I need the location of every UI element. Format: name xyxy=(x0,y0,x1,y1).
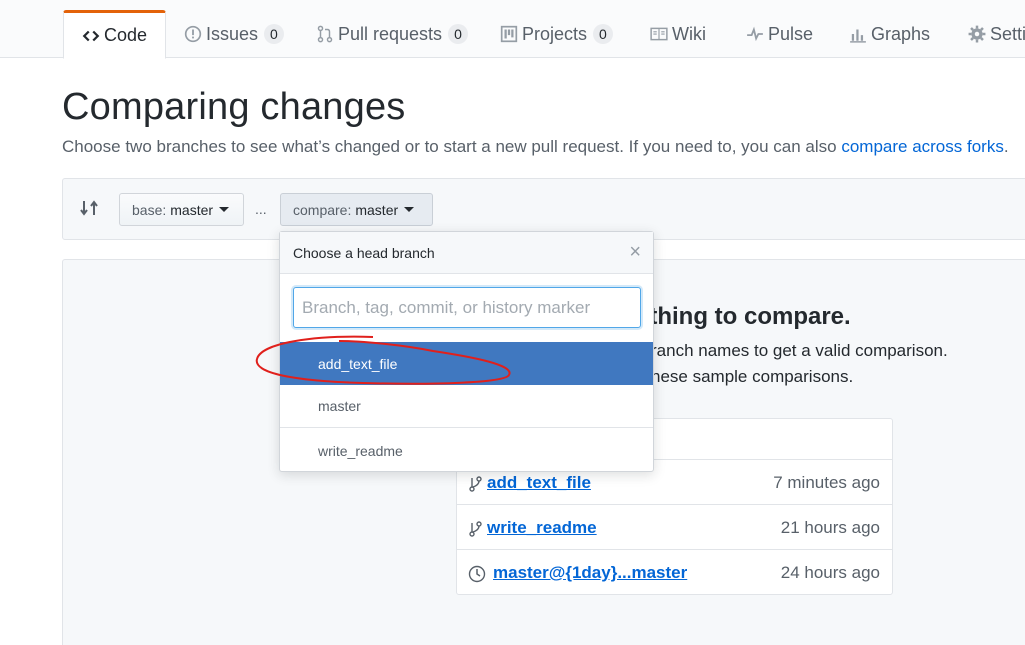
range-separator: ... xyxy=(255,201,267,217)
tab-projects[interactable]: Projects 0 xyxy=(500,10,613,58)
sample-row: master@{1day}...master 24 hours ago xyxy=(457,550,892,595)
projects-counter: 0 xyxy=(593,24,613,44)
blankslate-text: hese sample comparisons. xyxy=(651,367,854,386)
pr-counter: 0 xyxy=(448,24,468,44)
swap-icon[interactable] xyxy=(79,197,101,219)
caret-down-icon xyxy=(404,207,415,212)
pull-request-icon xyxy=(316,25,334,43)
tab-label: Projects xyxy=(522,23,588,44)
branch-filter-input[interactable] xyxy=(293,287,641,328)
compare-prefix: compare: xyxy=(293,201,352,218)
project-icon xyxy=(500,25,518,43)
description-suffix: . xyxy=(1003,137,1009,156)
tab-label: Pull requests xyxy=(338,23,443,44)
branch-icon xyxy=(468,520,484,538)
compare-branch-name: master xyxy=(355,201,399,218)
issues-counter: 0 xyxy=(264,24,284,44)
blankslate-text: ranch names to get a valid comparison. xyxy=(651,341,948,360)
base-branch-button[interactable]: base: master xyxy=(119,193,244,226)
caret-down-icon xyxy=(219,207,230,212)
dropdown-header: Choose a head branch × xyxy=(280,232,653,274)
tab-label: Code xyxy=(104,25,148,45)
sample-link[interactable]: write_readme xyxy=(487,518,597,538)
tab-code[interactable]: Code xyxy=(63,10,167,59)
base-prefix: base: xyxy=(132,201,167,218)
tab-label: Setti xyxy=(990,23,1025,44)
branch-item-master[interactable]: master xyxy=(280,385,653,428)
pulse-icon xyxy=(746,25,764,43)
branch-item-add-text-file[interactable]: add_text_file xyxy=(280,342,653,385)
issue-icon xyxy=(184,25,202,43)
gear-icon xyxy=(968,25,986,43)
page-title: Comparing changes xyxy=(62,86,406,128)
page-description: Choose two branches to see what’s change… xyxy=(62,137,1009,157)
sample-time: 7 minutes ago xyxy=(773,473,880,492)
repo-nav: Code Issues 0 Pull requests 0 Projects 0… xyxy=(0,0,1025,59)
tab-wiki[interactable]: Wiki xyxy=(650,10,706,58)
sample-time: 21 hours ago xyxy=(780,518,880,537)
close-icon[interactable]: × xyxy=(629,241,641,264)
sample-link[interactable]: add_text_file xyxy=(487,473,591,493)
description-text: Choose two branches to see what’s change… xyxy=(62,137,842,156)
base-branch-name: master xyxy=(170,201,214,218)
tab-settings[interactable]: Setti xyxy=(968,10,1025,58)
head-branch-dropdown: Choose a head branch × add_text_file mas… xyxy=(279,231,654,472)
compare-across-forks-link[interactable]: compare across forks xyxy=(841,137,1004,156)
book-icon xyxy=(650,25,668,43)
tab-pull-requests[interactable]: Pull requests 0 xyxy=(316,10,468,58)
blankslate-title: rthing to compare. xyxy=(640,303,851,330)
branch-icon xyxy=(468,475,484,493)
tab-issues[interactable]: Issues 0 xyxy=(184,10,284,58)
sample-row: write_readme 21 hours ago xyxy=(457,505,892,550)
tab-graphs[interactable]: Graphs xyxy=(849,10,930,58)
branch-item-write-readme[interactable]: write_readme xyxy=(280,429,653,472)
tab-label: Graphs xyxy=(871,23,931,44)
sample-link[interactable]: master@{1day}...master xyxy=(493,563,687,583)
tab-label: Wiki xyxy=(672,23,706,44)
sample-time: 24 hours ago xyxy=(780,563,880,582)
compare-branch-button[interactable]: compare: master xyxy=(280,193,433,226)
tab-pulse[interactable]: Pulse xyxy=(746,10,813,58)
tab-label: Issues xyxy=(206,23,259,44)
tab-label: Pulse xyxy=(768,23,814,44)
history-icon xyxy=(468,565,486,583)
dropdown-title: Choose a head branch xyxy=(293,245,435,261)
code-icon xyxy=(82,27,100,45)
graph-icon xyxy=(849,25,867,43)
